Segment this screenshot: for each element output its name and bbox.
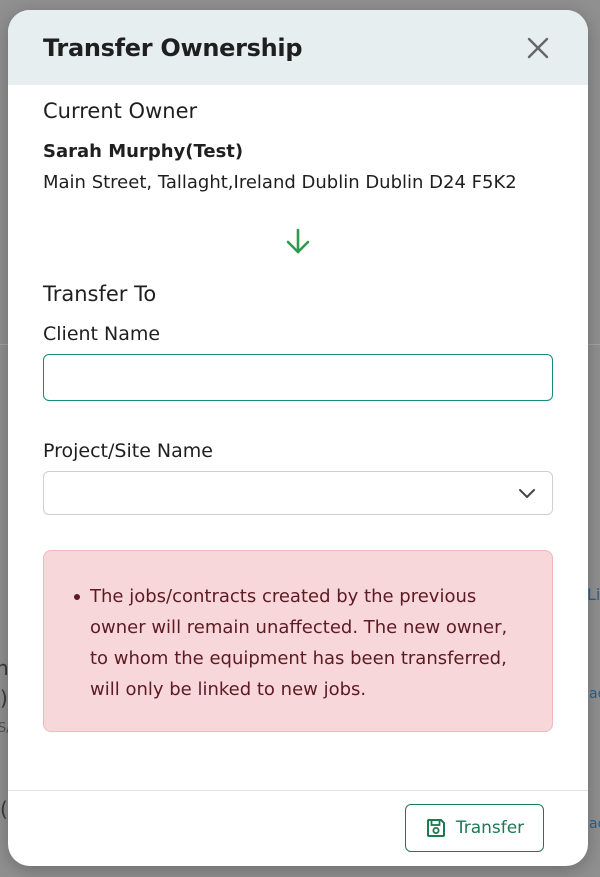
current-owner-heading: Current Owner xyxy=(43,99,198,123)
transfer-button-label: Transfer xyxy=(455,818,525,838)
project-site-label: Project/Site Name xyxy=(43,440,213,462)
bg-fragment: ) xyxy=(0,686,8,710)
owner-name: Sarah Murphy(Test) xyxy=(43,141,244,162)
alert-item: The jobs/contracts created by the previo… xyxy=(74,581,524,705)
client-name-label: Client Name xyxy=(43,323,161,345)
client-name-input[interactable] xyxy=(43,354,553,401)
alert-text: The jobs/contracts created by the previo… xyxy=(90,586,508,700)
transfer-to-heading: Transfer To xyxy=(43,282,157,306)
arrow-down-icon xyxy=(286,228,310,254)
bullet-dot xyxy=(74,594,80,600)
modal-header: Transfer Ownership xyxy=(8,10,588,85)
transfer-ownership-modal: Transfer Ownership Current Owner Sarah M… xyxy=(8,10,588,866)
footer-divider xyxy=(8,790,588,791)
warning-alert: The jobs/contracts created by the previo… xyxy=(43,550,553,732)
bg-divider xyxy=(588,344,600,345)
owner-address: Main Street, Tallaght,Ireland Dublin Dub… xyxy=(43,172,517,193)
project-site-select[interactable] xyxy=(43,471,553,515)
bg-divider xyxy=(0,344,8,345)
chevron-down-icon xyxy=(519,489,535,498)
bg-fragment: ad xyxy=(589,816,600,832)
bg-fragment: Li xyxy=(587,585,600,604)
bg-fragment: ad xyxy=(589,686,600,702)
save-icon xyxy=(426,819,445,837)
alert-list: The jobs/contracts created by the previo… xyxy=(74,581,524,705)
close-icon xyxy=(527,37,549,58)
modal-title: Transfer Ownership xyxy=(43,33,303,62)
close-button[interactable] xyxy=(523,33,553,63)
bg-fragment: ( xyxy=(0,797,8,821)
transfer-button[interactable]: Transfer xyxy=(405,804,544,852)
